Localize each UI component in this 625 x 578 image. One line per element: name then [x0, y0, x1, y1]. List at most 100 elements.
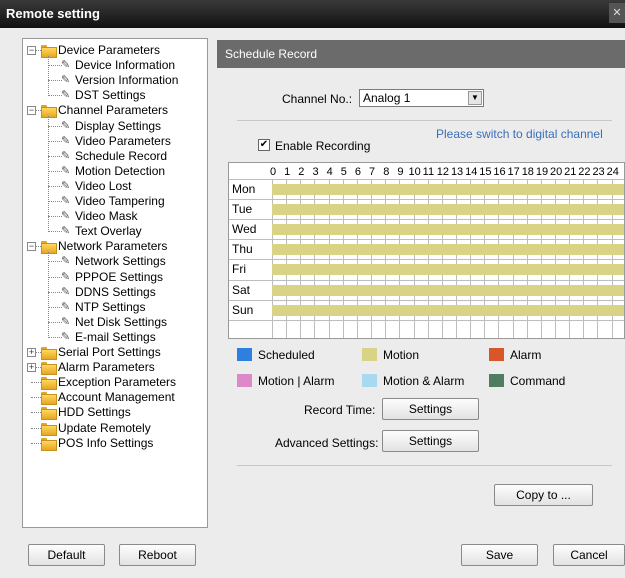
title-bar: Remote setting ✕: [0, 0, 625, 28]
tree-connector: [48, 276, 62, 278]
hour-label: 15: [479, 166, 492, 178]
tree-item[interactable]: ✎ PPPOE Settings: [23, 269, 207, 285]
tree-item-label: Video Mask: [75, 209, 138, 224]
tree-item[interactable]: ✎ Device Information: [23, 58, 207, 73]
tree-item[interactable]: + Alarm Parameters: [23, 360, 207, 376]
schedule-bar[interactable]: [272, 204, 624, 216]
hour-label: 3: [312, 166, 319, 178]
tree-item[interactable]: Update Remotely: [23, 421, 207, 436]
folder-icon: [41, 45, 57, 58]
reboot-button[interactable]: Reboot: [119, 544, 196, 566]
hour-label: 4: [326, 166, 333, 178]
record-time-settings-button[interactable]: Settings: [382, 398, 479, 420]
tree-connector: [48, 252, 49, 338]
tree-connector: [48, 216, 62, 218]
tree-item[interactable]: ✎ Display Settings: [23, 119, 207, 134]
day-label: Tue: [232, 202, 253, 217]
schedule-bar[interactable]: [272, 304, 624, 316]
channel-select[interactable]: Analog 1 ▼: [359, 89, 484, 107]
schedule-bar[interactable]: [272, 264, 624, 276]
grid-row-line: [229, 279, 624, 281]
tree-item-label: Network Parameters: [58, 239, 168, 254]
tree-item-label: Net Disk Settings: [75, 314, 168, 329]
schedule-grid[interactable]: 0 1 2 3 4 5 6 7 8 9 10 11 12 13 14 15 16 17 18 19 20 21 22 23 24…: [228, 162, 625, 339]
tree-item[interactable]: ✎ DST Settings: [23, 88, 207, 103]
tree-connector: [31, 397, 41, 399]
tree-item-label: Motion Detection: [75, 163, 166, 178]
default-button[interactable]: Default: [28, 544, 105, 566]
chevron-down-icon[interactable]: ▼: [468, 91, 482, 105]
cancel-button[interactable]: Cancel: [553, 544, 625, 566]
schedule-bar[interactable]: [272, 284, 624, 296]
collapse-icon[interactable]: −: [27, 106, 36, 116]
tree-item[interactable]: ✎ Version Information: [23, 73, 207, 88]
tree-item-label: Schedule Record: [75, 148, 168, 163]
legend-swatch: [489, 348, 504, 361]
tree-item[interactable]: ✎ Network Settings: [23, 254, 207, 269]
tree-item[interactable]: ✎ Video Tampering: [23, 194, 207, 209]
tree-item[interactable]: ✎ Schedule Record: [23, 148, 207, 164]
pencil-icon: ✎: [61, 330, 71, 343]
pencil-icon: ✎: [61, 164, 71, 177]
tree-connector: [48, 201, 62, 202]
schedule-bar[interactable]: [272, 224, 624, 236]
hour-label: 8: [383, 166, 390, 178]
folder-icon: [41, 105, 57, 119]
legend-swatch: [489, 374, 504, 387]
grid-row-line: [229, 239, 624, 241]
hour-label: 16: [493, 166, 506, 178]
tree-item[interactable]: ✎ Net Disk Settings: [23, 314, 207, 330]
hour-label: 14: [465, 166, 478, 178]
tree-item-label: PPPOE Settings: [75, 269, 164, 284]
tree-item[interactable]: ✎ Video Parameters: [23, 133, 207, 149]
tree-connector: [48, 56, 49, 97]
tree-item-label: Video Parameters: [75, 133, 171, 148]
collapse-icon[interactable]: −: [27, 46, 36, 55]
schedule-bar[interactable]: [272, 184, 624, 195]
expand-icon[interactable]: +: [27, 348, 36, 357]
tree-item-label: DDNS Settings: [75, 284, 156, 299]
tree-item[interactable]: ✎ Video Lost: [23, 179, 207, 194]
separator: [237, 465, 612, 466]
schedule-bar[interactable]: [272, 244, 624, 256]
tree-connector: [48, 261, 62, 263]
advanced-settings-label: Advanced Settings:: [275, 436, 379, 450]
tree-connector: [48, 170, 62, 172]
advanced-settings-button[interactable]: Settings: [382, 430, 479, 452]
tree-item[interactable]: − Channel Parameters: [23, 103, 207, 119]
copy-to-button[interactable]: Copy to ...: [494, 484, 593, 506]
tree-item-label: Video Tampering: [75, 194, 165, 208]
tree-item[interactable]: ✎ DDNS Settings: [23, 284, 207, 300]
tree-item[interactable]: − Device Parameters: [23, 43, 207, 58]
tree-item[interactable]: Account Management: [23, 390, 207, 406]
hour-label: 22: [578, 166, 591, 178]
tree-item-label: Account Management: [58, 390, 175, 405]
collapse-icon[interactable]: −: [27, 242, 36, 252]
tree-item-label: HDD Settings: [58, 405, 131, 420]
save-button[interactable]: Save: [461, 544, 538, 566]
tree-item[interactable]: ✎ Video Mask: [23, 209, 207, 224]
day-label: Sat: [232, 282, 251, 297]
tree-item-label: Network Settings: [75, 254, 166, 269]
expand-icon[interactable]: +: [27, 363, 36, 373]
tree-item[interactable]: HDD Settings: [23, 405, 207, 421]
tree-item[interactable]: Exception Parameters: [23, 375, 207, 391]
tree-item[interactable]: ✎ NTP Settings: [23, 300, 207, 315]
folder-icon: [41, 437, 57, 451]
day-label: Fri: [232, 262, 246, 277]
enable-recording-checkbox[interactable]: ✔: [258, 139, 270, 151]
tree-item[interactable]: ✎ Text Overlay: [23, 224, 207, 239]
pencil-icon: ✎: [61, 270, 71, 283]
close-icon[interactable]: ✕: [609, 3, 625, 23]
tree-item[interactable]: ✎ Motion Detection: [23, 163, 207, 179]
pencil-icon: ✎: [61, 179, 71, 192]
hour-label: 24: [606, 166, 619, 178]
tree-item[interactable]: + Serial Port Settings: [23, 345, 207, 360]
pencil-icon: ✎: [61, 119, 71, 132]
tree-item[interactable]: POS Info Settings: [23, 435, 207, 451]
tree-item-label: DST Settings: [75, 88, 146, 103]
tree-connector: [48, 80, 62, 82]
tree-item-label: POS Info Settings: [58, 435, 154, 450]
tree-item[interactable]: ✎ E-mail Settings: [23, 330, 207, 345]
tree-item[interactable]: − Network Parameters: [23, 239, 207, 255]
